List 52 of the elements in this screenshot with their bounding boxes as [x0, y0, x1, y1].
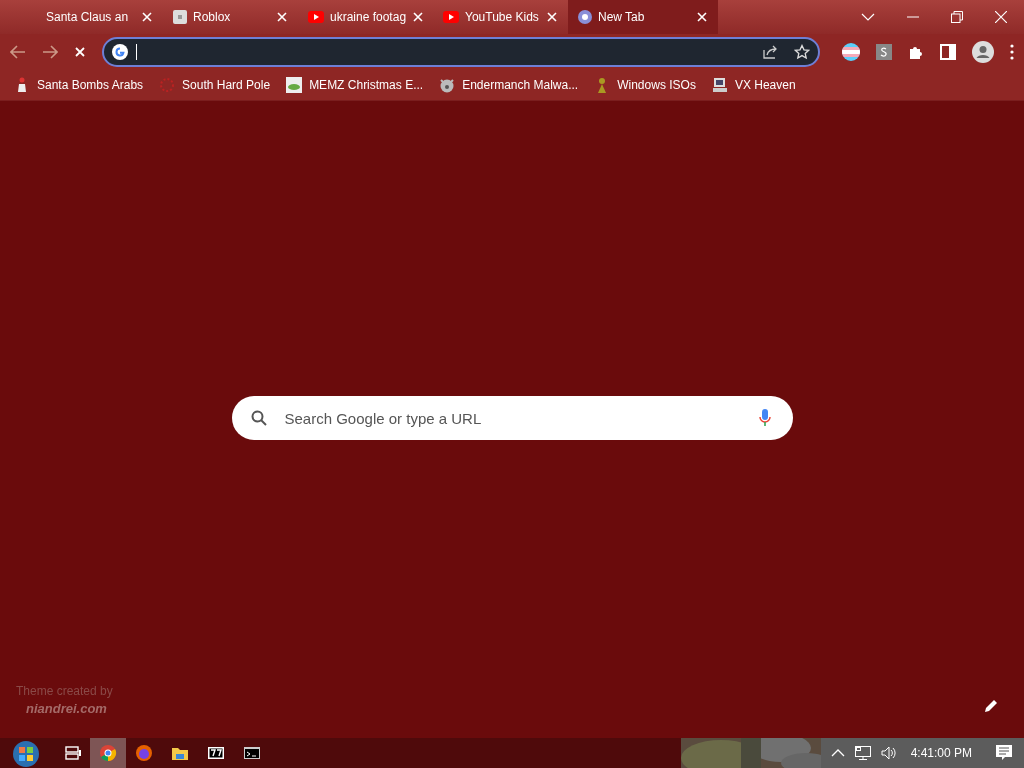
browser-tab[interactable]: Santa Claus an: [28, 0, 163, 34]
image-icon: [286, 77, 303, 93]
notification-icon[interactable]: [996, 745, 1012, 761]
speaker-icon[interactable]: [880, 746, 897, 760]
close-icon[interactable]: [995, 11, 1007, 23]
menu-icon[interactable]: [1010, 44, 1014, 60]
search-bar[interactable]: Search Google or type a URL: [231, 396, 793, 440]
profile-icon[interactable]: [972, 41, 994, 63]
play-icon: [443, 11, 459, 23]
forward-arrow-icon[interactable]: [42, 45, 58, 59]
browser-tab[interactable]: New Tab: [568, 0, 718, 34]
globe-icon: [578, 10, 592, 24]
bookmark[interactable]: Windows ISOs: [594, 77, 696, 93]
computer-icon: [711, 77, 728, 93]
star-icon[interactable]: [794, 44, 810, 60]
browser-tab[interactable]: ukraine footag: [298, 0, 433, 34]
pencil-icon[interactable]: [984, 699, 998, 713]
chevron-down-icon[interactable]: [861, 12, 875, 22]
bookmark[interactable]: MEMZ Christmas E...: [286, 77, 424, 93]
browser-tab[interactable]: YouTube Kids: [433, 0, 568, 34]
clock-time[interactable]: 4:41:00 PM: [910, 746, 972, 760]
stop-icon[interactable]: [74, 46, 86, 58]
search-field[interactable]: Search Google or type a URL: [282, 408, 743, 428]
side-panel-icon[interactable]: [940, 44, 956, 60]
bookmark[interactable]: Endermanch Malwa...: [439, 77, 579, 93]
google-icon: [112, 44, 128, 60]
close-icon[interactable]: [412, 11, 425, 23]
network-icon[interactable]: [854, 746, 871, 760]
square-icon: [173, 10, 187, 24]
letter-tile-icon[interactable]: [876, 44, 892, 60]
chevron-up-icon[interactable]: [830, 749, 845, 757]
text-cursor: [136, 44, 137, 60]
close-icon[interactable]: [546, 11, 558, 23]
share-icon[interactable]: [762, 44, 778, 60]
restore-icon[interactable]: [951, 11, 963, 23]
bookmark[interactable]: VX Heaven: [711, 77, 796, 93]
dots-icon: [159, 77, 176, 93]
microphone-icon[interactable]: [758, 409, 771, 427]
chrome-icon[interactable]: [90, 738, 126, 768]
play-icon: [308, 11, 324, 23]
puzzle-icon[interactable]: [908, 44, 924, 60]
browser-tab[interactable]: Roblox: [163, 0, 298, 34]
search-icon: [250, 410, 267, 426]
animal-face-icon: [439, 77, 456, 93]
theme-credit-text: Theme created by: [16, 684, 113, 698]
close-icon[interactable]: [696, 11, 708, 23]
bookmark[interactable]: Santa Bombs Arabs: [14, 77, 144, 93]
bookmark[interactable]: South Hard Pole: [159, 77, 271, 93]
close-icon[interactable]: [276, 11, 288, 23]
back-arrow-icon[interactable]: [10, 45, 26, 59]
address-bar[interactable]: [102, 37, 820, 67]
close-icon[interactable]: [141, 11, 153, 23]
